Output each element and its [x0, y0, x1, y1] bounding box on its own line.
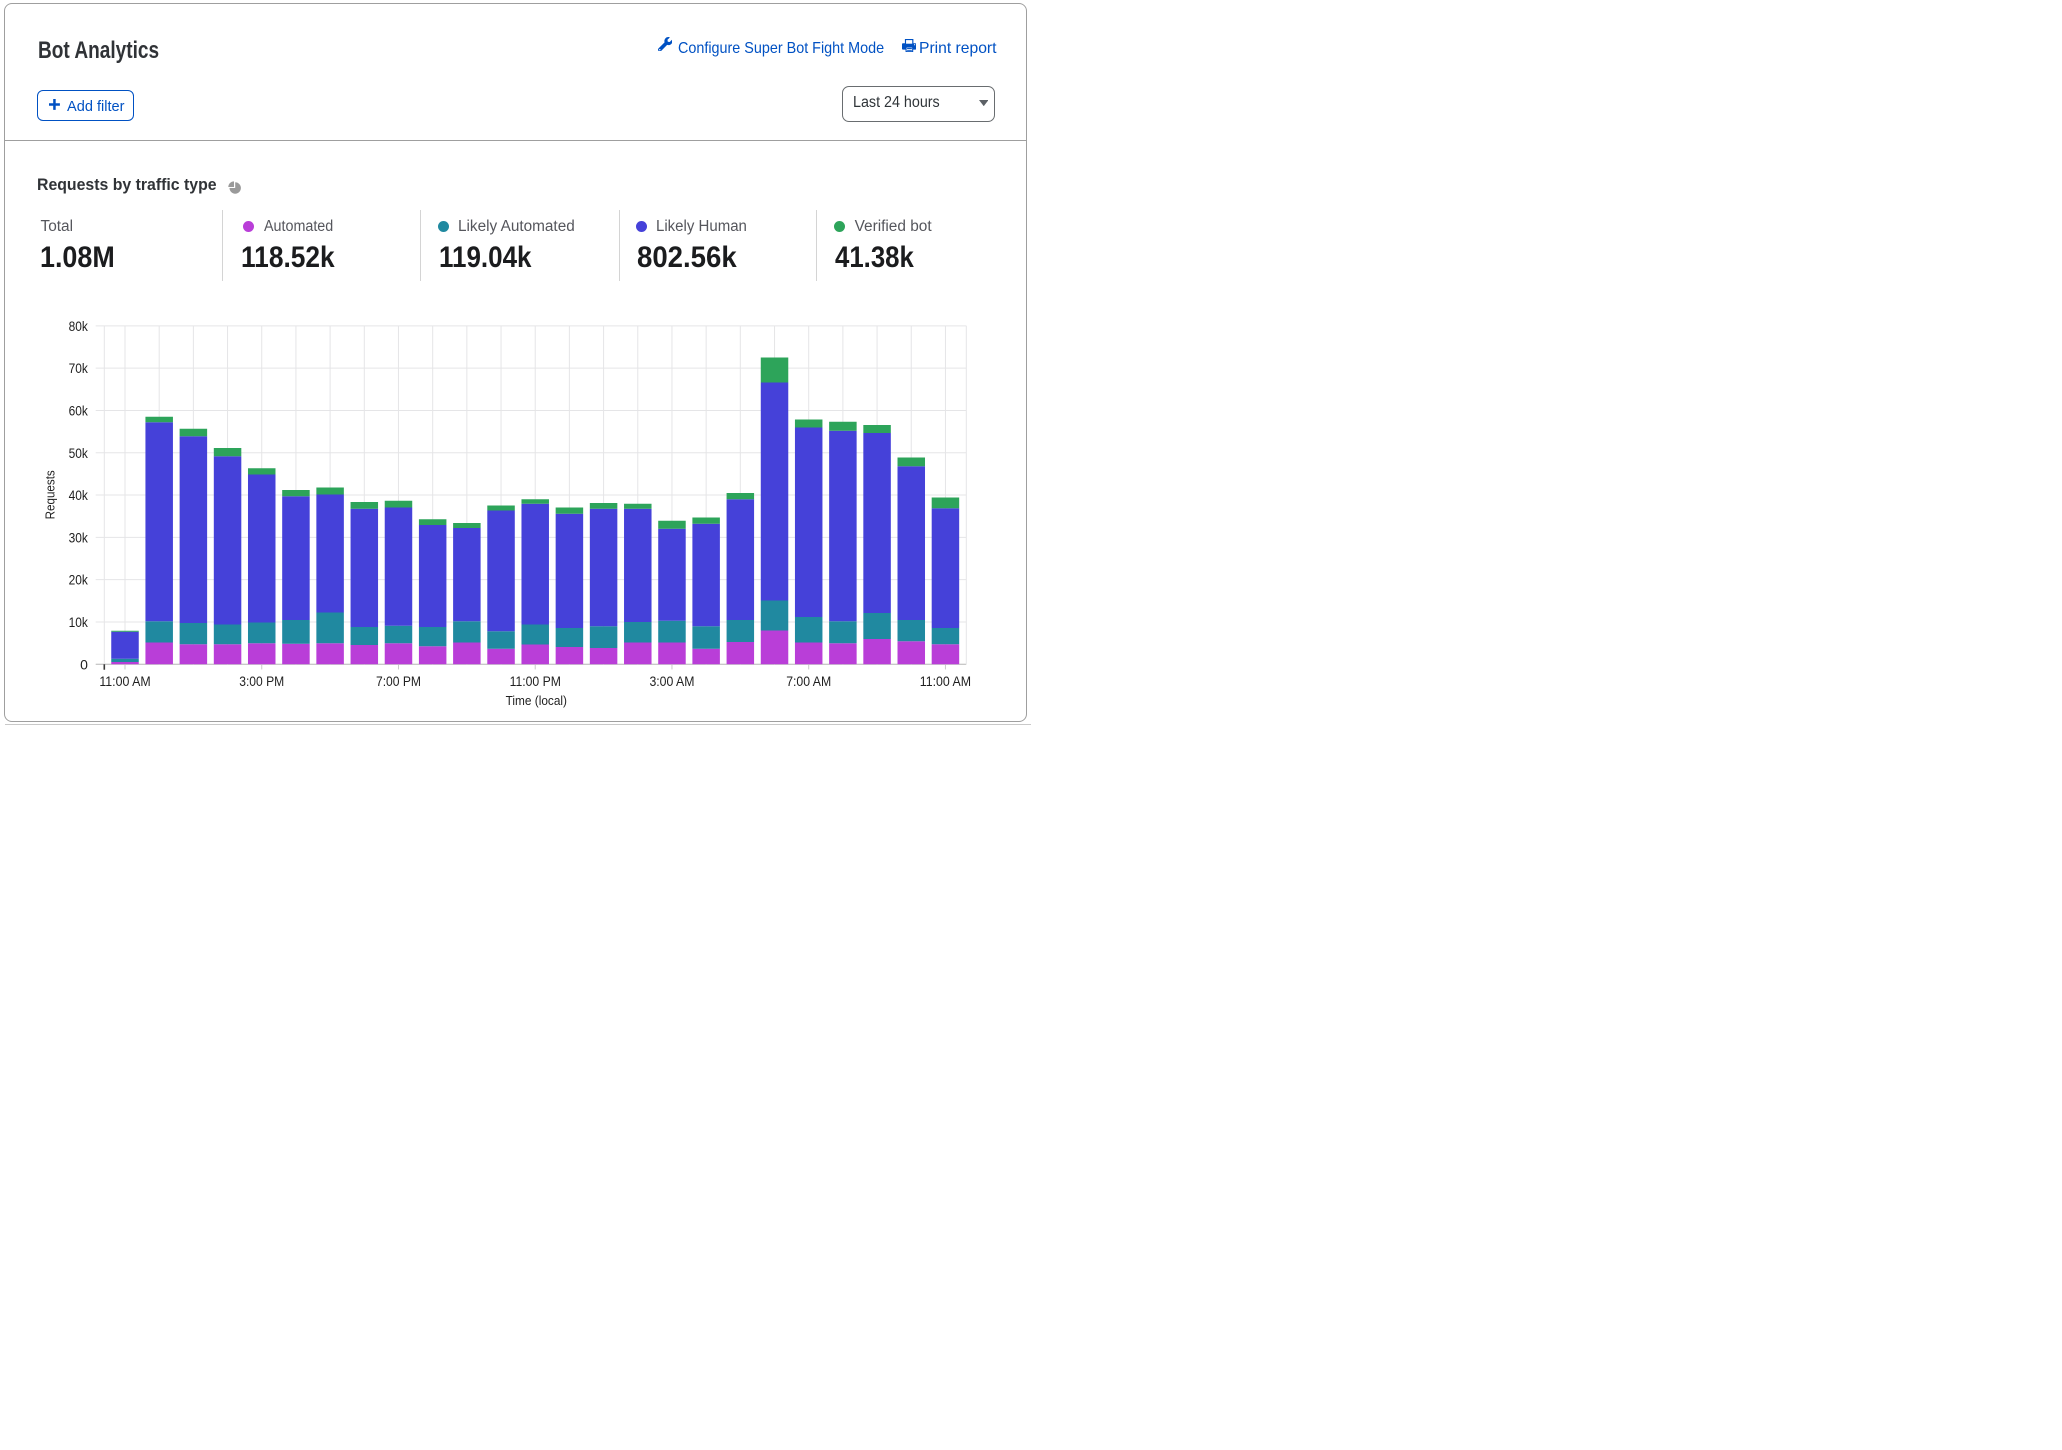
svg-text:30k: 30k — [69, 529, 89, 545]
svg-text:50k: 50k — [69, 445, 89, 461]
svg-text:60k: 60k — [69, 402, 89, 418]
svg-text:3:00 AM: 3:00 AM — [649, 673, 694, 689]
svg-text:7:00 PM: 7:00 PM — [376, 673, 421, 689]
svg-text:11:00 PM: 11:00 PM — [510, 673, 561, 689]
svg-text:Time (local): Time (local) — [506, 693, 567, 708]
svg-text:80k: 80k — [69, 318, 89, 334]
svg-text:7:00 AM: 7:00 AM — [786, 673, 831, 689]
svg-text:Requests: Requests — [43, 470, 58, 520]
svg-text:3:00 PM: 3:00 PM — [239, 673, 284, 689]
svg-text:20k: 20k — [69, 572, 89, 588]
svg-text:11:00 AM: 11:00 AM — [920, 673, 971, 689]
svg-text:0: 0 — [80, 656, 88, 672]
svg-text:40k: 40k — [69, 487, 89, 503]
svg-text:11:00 AM: 11:00 AM — [99, 673, 150, 689]
svg-text:10k: 10k — [69, 614, 89, 630]
svg-text:70k: 70k — [69, 360, 89, 376]
